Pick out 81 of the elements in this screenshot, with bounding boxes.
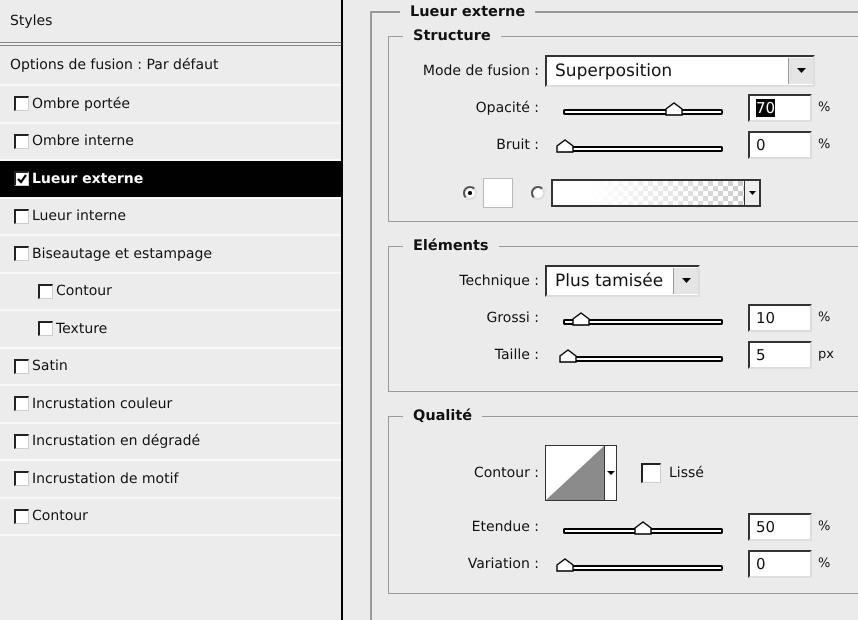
caret-icon bbox=[748, 191, 756, 195]
checkbox[interactable] bbox=[14, 134, 29, 149]
caret-icon bbox=[606, 471, 614, 475]
section-title: Qualité bbox=[412, 408, 474, 424]
list-item[interactable]: Satin bbox=[0, 348, 341, 386]
slider-thumb[interactable] bbox=[556, 558, 574, 572]
field-label: Taille : bbox=[494, 346, 540, 362]
slider-thumb[interactable] bbox=[634, 520, 652, 534]
item-label: Lueur externe bbox=[32, 170, 144, 187]
list-item[interactable]: Ombre portée bbox=[0, 86, 341, 124]
item-label: Satin bbox=[32, 358, 68, 374]
field-label: Grossi : bbox=[485, 310, 540, 326]
field-label: Technique : bbox=[458, 272, 540, 288]
slider-thumb[interactable] bbox=[665, 102, 684, 116]
list-item[interactable]: Lueur externe bbox=[0, 161, 341, 198]
item-label: Lueur interne bbox=[32, 208, 126, 224]
field-label: Opacité : bbox=[474, 100, 540, 116]
checkbox[interactable] bbox=[14, 96, 29, 112]
caret-icon bbox=[682, 278, 691, 283]
group-title: Lueur externe bbox=[409, 4, 526, 20]
field-label: Etendue : bbox=[470, 518, 540, 534]
list-item[interactable]: Contour bbox=[0, 498, 341, 536]
number-field[interactable]: 0 bbox=[748, 130, 812, 158]
item-label: Incrustation de motif bbox=[32, 470, 178, 487]
number-field[interactable]: 5 bbox=[748, 340, 812, 368]
list-item[interactable]: Options de fusion : Par défaut bbox=[0, 46, 341, 86]
radio-button[interactable] bbox=[531, 186, 545, 200]
unit-label: % bbox=[818, 137, 830, 152]
field-label: Bruit : bbox=[495, 136, 540, 152]
section-title: Eléments bbox=[412, 238, 490, 254]
checkbox[interactable] bbox=[14, 508, 29, 524]
number-field[interactable]: 10 bbox=[748, 304, 812, 332]
checkbox-label: Lissé bbox=[669, 465, 704, 481]
list-item[interactable]: Contour bbox=[0, 274, 341, 311]
list-item[interactable]: Biseautage et estampage bbox=[0, 236, 341, 274]
item-label: Contour bbox=[56, 283, 112, 300]
checkbox[interactable] bbox=[38, 321, 53, 336]
gradient-picker[interactable] bbox=[551, 179, 761, 207]
item-label: Biseautage et estampage bbox=[32, 246, 212, 262]
list-item[interactable]: Incrustation en dégradé bbox=[0, 424, 341, 461]
checkbox[interactable] bbox=[14, 358, 29, 374]
section-title: Structure bbox=[412, 28, 492, 44]
checkbox[interactable] bbox=[641, 463, 661, 483]
slider-thumb[interactable] bbox=[572, 312, 590, 326]
list-item[interactable]: Incrustation de motif bbox=[0, 461, 341, 498]
list-item[interactable]: Texture bbox=[0, 311, 341, 348]
unit-label: % bbox=[818, 556, 830, 571]
checkbox[interactable] bbox=[14, 434, 29, 449]
number-field[interactable]: 0 bbox=[748, 550, 812, 578]
contour-picker[interactable] bbox=[545, 445, 617, 501]
number-field[interactable]: 70 bbox=[748, 94, 812, 122]
radio-button[interactable] bbox=[463, 186, 477, 200]
item-label: Contour bbox=[32, 508, 88, 524]
checkbox[interactable] bbox=[14, 246, 29, 262]
checkbox[interactable] bbox=[14, 208, 29, 224]
slider-thumb[interactable] bbox=[556, 138, 574, 152]
item-label: Ombre interne bbox=[32, 133, 134, 150]
field-label: Variation : bbox=[466, 556, 540, 572]
field-label: Mode de fusion : bbox=[422, 62, 540, 78]
number-field[interactable]: 50 bbox=[748, 512, 812, 540]
unit-label: % bbox=[818, 519, 830, 534]
item-label: Ombre portée bbox=[32, 96, 130, 112]
dropdown[interactable]: Plus tamisée bbox=[545, 264, 700, 296]
panel-title: Styles bbox=[10, 13, 52, 29]
dropdown[interactable]: Superposition bbox=[545, 54, 815, 86]
unit-label: % bbox=[818, 100, 830, 115]
list-item[interactable]: Lueur interne bbox=[0, 198, 341, 236]
item-label: Incrustation en dégradé bbox=[32, 433, 200, 450]
field-label: Contour : bbox=[472, 465, 540, 481]
checkbox[interactable] bbox=[14, 396, 29, 412]
caret-icon bbox=[796, 68, 806, 73]
checkbox[interactable] bbox=[38, 284, 53, 299]
item-label: Texture bbox=[56, 320, 108, 337]
checkbox[interactable] bbox=[14, 171, 29, 186]
list-item[interactable]: Incrustation couleur bbox=[0, 386, 341, 424]
color-swatch[interactable] bbox=[483, 178, 513, 208]
item-label: Incrustation couleur bbox=[32, 396, 172, 412]
unit-label: px bbox=[818, 347, 834, 362]
unit-label: % bbox=[818, 310, 830, 325]
checkbox[interactable] bbox=[14, 471, 29, 486]
slider-thumb[interactable] bbox=[559, 348, 578, 362]
